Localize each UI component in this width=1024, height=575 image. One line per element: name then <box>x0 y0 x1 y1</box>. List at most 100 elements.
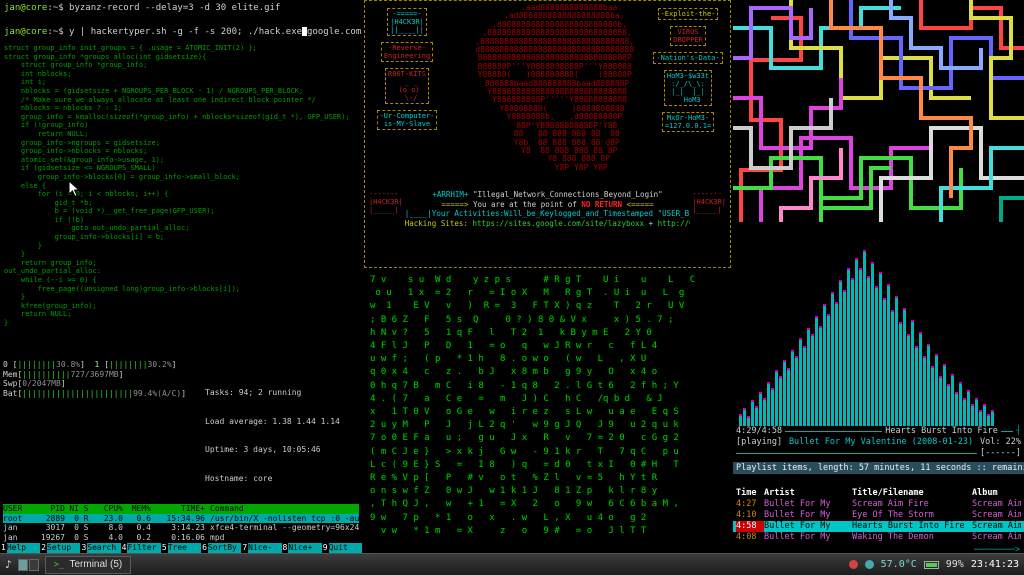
visualizer-bar <box>903 308 906 426</box>
hacker-label-box: MxOr-HoM3- =127.0.0.1= <box>662 112 714 132</box>
progress-line[interactable]: 4:29/4:58Hearts Burst Into Fire┤ <box>733 426 1024 437</box>
fkey-quit[interactable]: 9Quit <box>322 543 362 553</box>
volume-icon[interactable]: ♪ <box>5 558 12 571</box>
hacker-label-box: HoM3-$w33t :/_/\_\: |_| |_| HoM3 <box>664 70 712 106</box>
visualizer-bar <box>875 286 878 426</box>
fkey-setup[interactable]: 2Setup <box>40 543 80 553</box>
playlist-rows: 4:27Bullet For MyScream Aim FireScream A… <box>733 499 1024 543</box>
htop-stats: Tasks: 94; 2 running Load average: 1.38 … <box>205 369 340 502</box>
load-average: Load average: 1.38 1.44 1.14 <box>205 417 340 427</box>
prompt-line-2[interactable]: jan@core:~$ y | hackertyper.sh -g -f -s … <box>4 26 358 38</box>
fkey-help[interactable]: 1Help <box>0 543 40 553</box>
taskbar-window-button[interactable]: >_Terminal (5) <box>45 556 132 574</box>
tray-icon-2[interactable] <box>865 560 874 569</box>
fkey-sortby[interactable]: 6SortBy <box>201 543 241 553</box>
visualizer-bar <box>951 374 954 426</box>
visualizer-bar <box>975 398 978 426</box>
hacker-label-box: -=====- |H4CK3R| ||____|| <box>387 8 427 36</box>
visualizer-bar <box>811 334 814 426</box>
visualizer-bar <box>991 410 994 426</box>
visualizer-bar <box>871 262 874 426</box>
tasks-count: Tasks: 94; 2 running <box>205 388 340 398</box>
player-status-line: [playing]Bullet For My Valentine (2008-0… <box>733 437 1024 448</box>
hacking-site-link-2[interactable]: http://www.freebsd.org <box>658 219 691 228</box>
visualizer-bar <box>807 328 810 426</box>
visualizer-bar <box>967 390 970 426</box>
skull-left-boxes: -=====- |H4CK3R| ||____|| -Reverse- Engin… <box>367 2 447 188</box>
playlist-header[interactable]: TimeArtistTitle/FilenameAlbum <box>733 487 1024 499</box>
process-table-header[interactable]: USERPIDNISCPU%MEM%TIME+Command <box>3 504 359 514</box>
visualizer-bar <box>955 392 958 426</box>
htop-window[interactable]: 0 [||||||||30.8%] 1 [||||||||30.2%] Mem[… <box>0 358 362 553</box>
htop-meters: 0 [||||||||30.8%] 1 [||||||||30.2%] Mem[… <box>3 360 359 502</box>
kernel-code-output: struct group_info init_groups = { .usage… <box>4 44 358 328</box>
workspace-1[interactable] <box>18 559 28 571</box>
hacking-site-link-1[interactable]: https://sites.google.com/site/lazyboxx <box>472 219 644 228</box>
visualizer-bar <box>895 296 898 426</box>
visualizer-bar <box>835 302 838 426</box>
hacker-banner-window[interactable]: -=====- |H4CK3R| ||____|| -Reverse- Engin… <box>364 0 731 268</box>
playlist-row[interactable]: 4:10Bullet For MyEye Of The StormScream … <box>733 510 1024 521</box>
visualizer-bar <box>827 314 830 426</box>
clock[interactable]: 23:41:23 <box>971 559 1019 570</box>
volume-label: Vol: 22% <box>980 437 1021 448</box>
hacker-label-box: R00T-KITS _ _ (o o) \-/ <box>385 68 429 104</box>
visualizer-bar <box>931 366 934 426</box>
visualizer-bar <box>739 414 742 426</box>
visualizer-bar <box>799 338 802 426</box>
visualizer-bar <box>759 392 762 426</box>
music-player-window[interactable]: 4:29/4:58Hearts Burst Into Fire┤ [playin… <box>733 224 1024 553</box>
fkey-tree[interactable]: 5Tree <box>161 543 201 553</box>
hostname: Hostname: core <box>205 474 340 484</box>
battery-percent: 99% <box>946 559 964 570</box>
process-row: jan192670S4.00.20:16.06mpd <box>3 533 359 542</box>
playlist-row[interactable]: 4:58Bullet For MyHearts Burst Into FireS… <box>733 521 1024 532</box>
process-row: root28890R23.00.615:34.96/usr/bin/X -nol… <box>3 514 359 523</box>
visualizer-bar <box>763 398 766 426</box>
visualizer-bar <box>899 322 902 426</box>
visualizer-bar <box>943 364 946 426</box>
fkey-nice+[interactable]: 8Nice+ <box>282 543 322 553</box>
uptime: Uptime: 3 days, 10:05:46 <box>205 445 340 455</box>
elapsed-time: 4:29/4:58 <box>736 426 782 437</box>
visualizer-bar <box>787 368 790 426</box>
hacker-label-box: -Nation's-Data- <box>653 52 722 64</box>
pipes-screensaver-window[interactable] <box>733 0 1024 222</box>
visualizer-bar <box>919 332 922 426</box>
visualizer-bar <box>935 354 938 426</box>
terminal-window[interactable]: jan@core:~$ byzanz-record --delay=3 -d 3… <box>0 0 362 358</box>
banner-line-3: |____|Your Activities:Will_be_Keylogged_… <box>405 209 691 219</box>
matrix-rain: 7 v s u W d y z p s # R g T U i u L C o … <box>370 274 725 538</box>
cmatrix-window[interactable]: 7 v s u W d y z p s # R g T U i u L C o … <box>364 270 731 553</box>
visualizer-bar <box>775 370 778 426</box>
progress-bar <box>785 431 882 432</box>
mouse-cursor <box>68 180 80 198</box>
pipe-segment <box>971 0 1024 118</box>
banner-right-box: ------- |H4CK3R| |_____| <box>692 190 726 214</box>
command-2: y | hackertyper.sh -g -f -s 200; ./hack.… <box>69 27 302 37</box>
visualizer-bar <box>839 280 842 426</box>
workspace-pager[interactable] <box>18 559 39 571</box>
skull-ascii-art: .aad8888888888888baa. ,ad888888888888888… <box>447 4 648 188</box>
workspace-2[interactable] <box>29 559 39 571</box>
playlist-row[interactable]: 4:08Bullet For MyWaking The DemonScream … <box>733 532 1024 543</box>
visualizer-bar <box>867 276 870 426</box>
visualizer-bar <box>771 388 774 426</box>
warning-banner: ------- |H4CK3R| |_____| +ARRHIM+ "Illeg… <box>367 190 728 228</box>
visualizer-bar <box>823 304 826 426</box>
now-playing: Bullet For My Valentine (2008-01-23) <box>785 437 977 448</box>
volume-box: [------] <box>980 448 1021 459</box>
visualizer-bar <box>915 346 918 426</box>
terminal-icon: >_ <box>54 560 65 570</box>
mem-meter: Mem[||||||||||727/3697MB] <box>3 370 199 380</box>
tray-icon-1[interactable] <box>849 560 858 569</box>
visualizer-bar <box>819 326 822 426</box>
visualizer-bar <box>767 382 770 426</box>
playlist-row[interactable]: 4:27Bullet For MyScream Aim FireScream A… <box>733 499 1024 510</box>
fkey-search[interactable]: 3Search <box>80 543 120 553</box>
battery-icon <box>924 561 939 569</box>
fkey-filter[interactable]: 4Filter <box>121 543 161 553</box>
fkey-nice-[interactable]: 7Nice- <box>241 543 281 553</box>
visualizer-bar <box>847 268 850 426</box>
hacker-label-box: -Reverse- Engineering <box>381 42 433 62</box>
